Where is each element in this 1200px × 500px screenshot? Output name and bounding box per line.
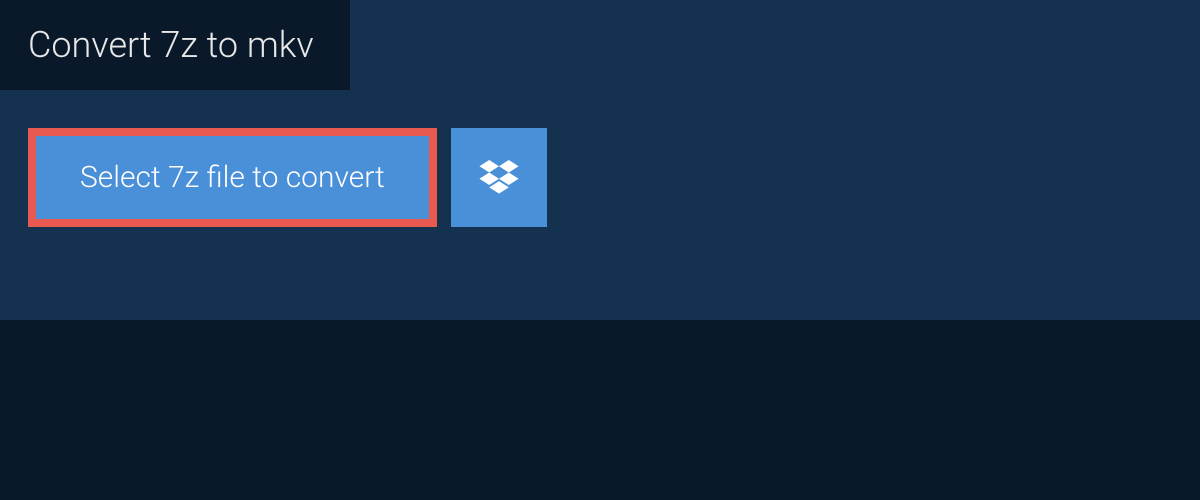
select-file-label: Select 7z file to convert	[80, 160, 385, 195]
page-title: Convert 7z to mkv	[0, 0, 350, 90]
dropbox-button[interactable]	[451, 128, 547, 227]
converter-panel: Convert 7z to mkv Select 7z file to conv…	[0, 0, 1200, 320]
select-file-button[interactable]: Select 7z file to convert	[28, 128, 437, 227]
page-title-text: Convert 7z to mkv	[28, 24, 314, 66]
action-row: Select 7z file to convert	[0, 90, 1200, 265]
dropbox-icon	[479, 160, 519, 196]
